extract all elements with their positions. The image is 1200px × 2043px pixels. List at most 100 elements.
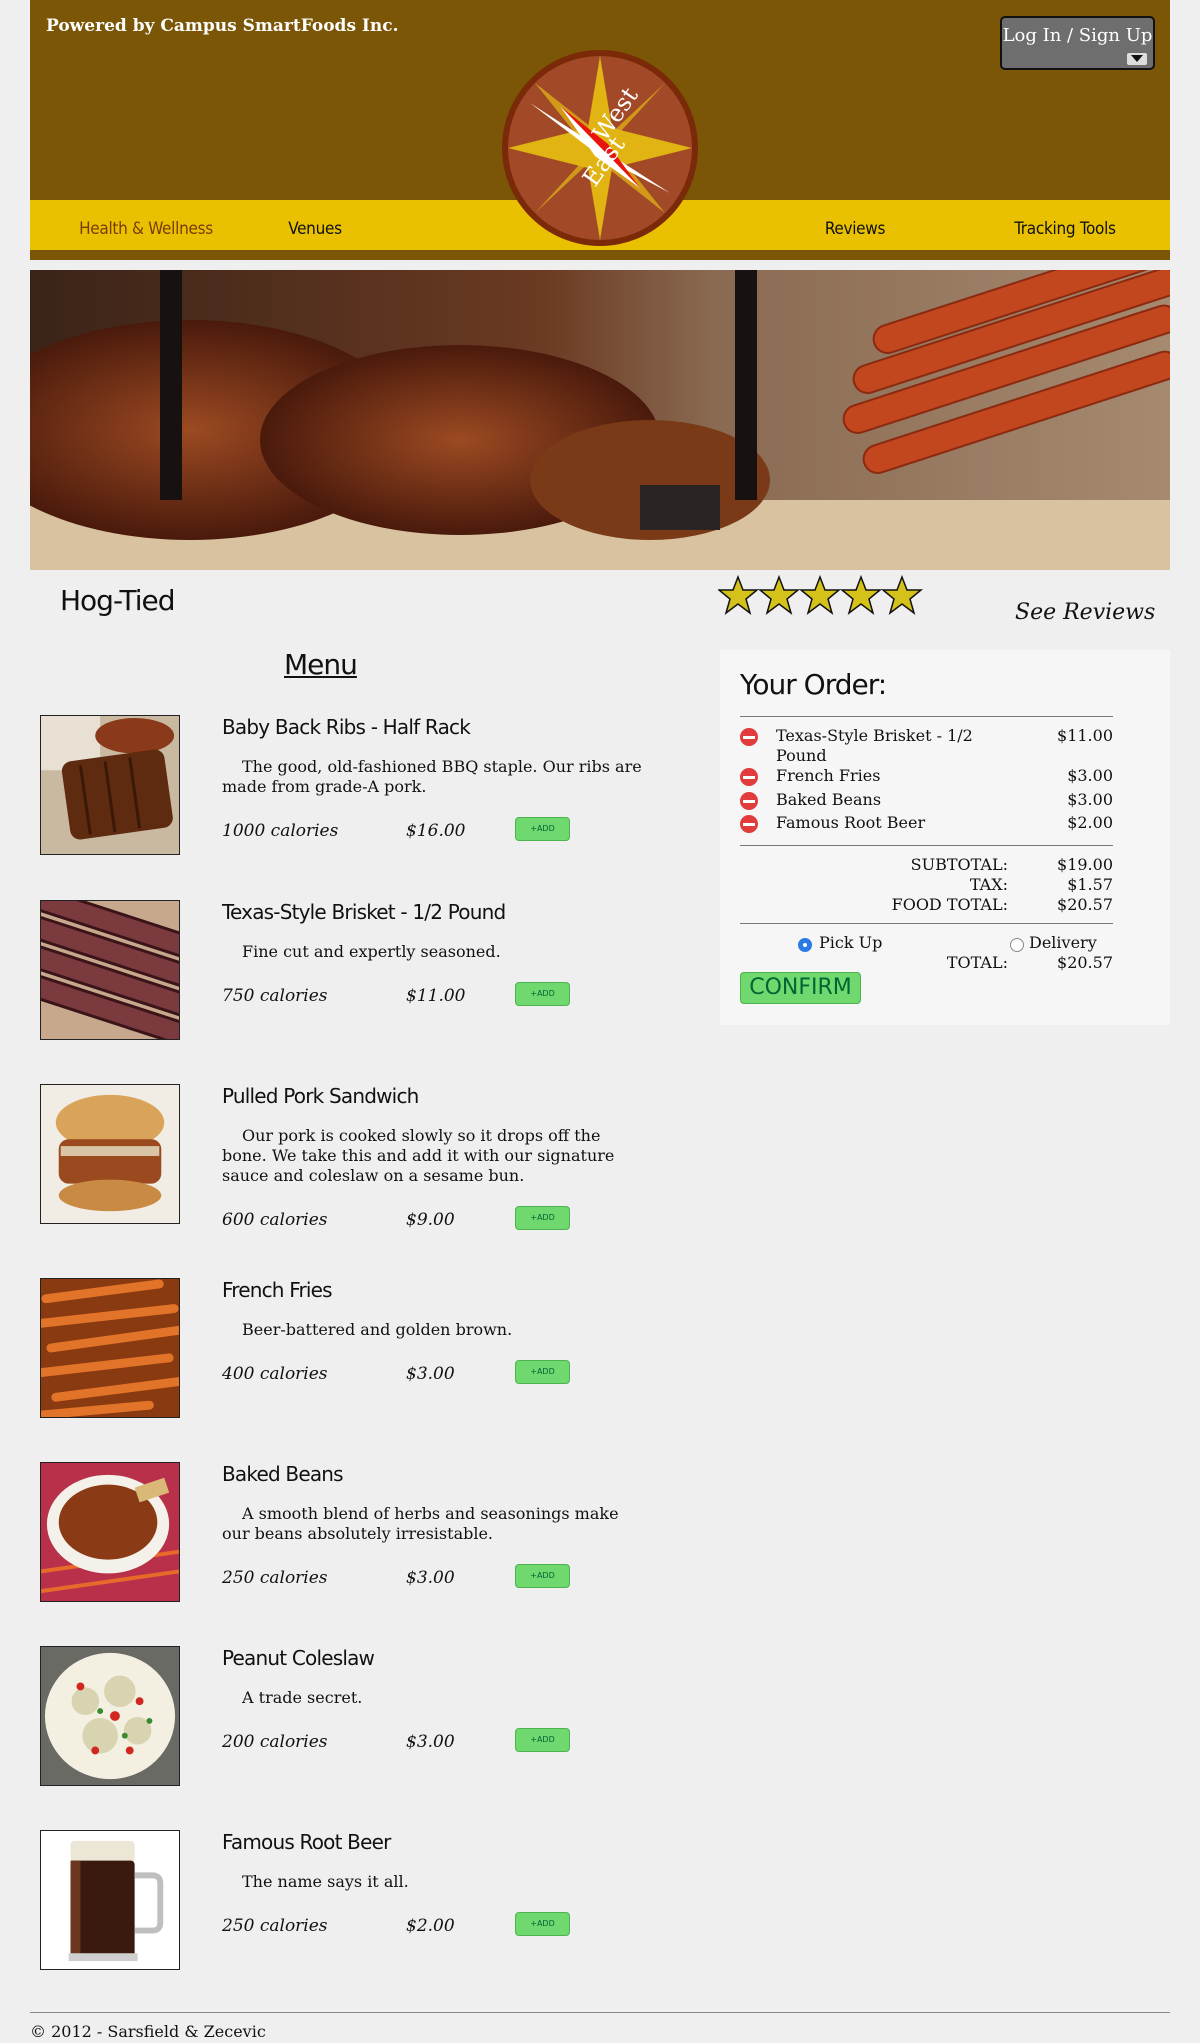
nav-health-wellness[interactable]: Health & Wellness	[66, 219, 226, 239]
menu-item: Pulled Pork Sandwich Our pork is cooked …	[40, 1084, 680, 1254]
root-beer-thumbnail	[40, 1830, 180, 1970]
add-to-order-button[interactable]: +ADD	[515, 1912, 570, 1936]
menu-item: French Fries Beer-battered and golden br…	[40, 1278, 680, 1428]
order-item-price: $11.00	[1057, 726, 1113, 745]
login-signup-button[interactable]: Log In / Sign Up	[1000, 16, 1155, 70]
divider	[740, 845, 1113, 846]
menu-item: Peanut Coleslaw A trade secret. 200 calo…	[40, 1646, 680, 1796]
remove-icon[interactable]	[740, 792, 758, 810]
nav-venues[interactable]: Venues	[270, 219, 360, 239]
ribs-thumbnail	[40, 715, 180, 855]
see-reviews-link[interactable]: See Reviews	[1015, 600, 1155, 625]
menu-item-price: $2.00	[406, 1916, 455, 1936]
total-value: $20.57	[1057, 953, 1113, 972]
beans-thumbnail	[40, 1462, 180, 1602]
menu-item: Baby Back Ribs - Half Rack The good, old…	[40, 715, 680, 865]
order-item-name: Famous Root Beer	[776, 813, 926, 832]
delivery-radio[interactable]	[1010, 938, 1024, 952]
star-icon	[798, 574, 842, 615]
menu-item-calories: 600 calories	[222, 1210, 328, 1230]
menu-item-description: Beer-battered and golden brown.	[242, 1320, 513, 1339]
login-signup-label: Log In / Sign Up	[1002, 25, 1153, 46]
pickup-radio[interactable]	[798, 938, 812, 952]
divider	[740, 923, 1113, 924]
brisket-thumbnail	[40, 900, 180, 1040]
coleslaw-thumbnail	[40, 1646, 180, 1786]
hero-bbq-image	[30, 270, 1170, 570]
add-to-order-button[interactable]: +ADD	[515, 1206, 570, 1230]
remove-icon[interactable]	[740, 815, 758, 833]
chevron-down-icon	[1131, 55, 1143, 62]
menu-item-price: $9.00	[406, 1210, 455, 1230]
subtotal-label: SUBTOTAL:	[910, 855, 1008, 874]
menu-item-calories: 250 calories	[222, 1916, 328, 1936]
order-item-price: $3.00	[1067, 766, 1113, 785]
menu-item-price: $16.00	[406, 821, 466, 841]
menu-item-calories: 750 calories	[222, 986, 328, 1006]
menu-title: Menu	[284, 648, 358, 681]
sandwich-thumbnail	[40, 1084, 180, 1224]
add-to-order-button[interactable]: +ADD	[515, 1564, 570, 1588]
menu-item-description: A trade secret.	[242, 1688, 363, 1707]
menu-item-calories: 400 calories	[222, 1364, 328, 1384]
nav-tracking-tools[interactable]: Tracking Tools	[1000, 219, 1130, 239]
menu-item: Famous Root Beer The name says it all. 2…	[40, 1830, 680, 1980]
order-item-price: $2.00	[1067, 813, 1113, 832]
rating-stars	[718, 574, 924, 615]
fries-thumbnail	[40, 1278, 180, 1418]
menu-item-name: Peanut Coleslaw	[222, 1646, 375, 1670]
tax-label: TAX:	[969, 875, 1008, 894]
subtotal-value: $19.00	[1057, 855, 1113, 874]
powered-by-text: Powered by Campus SmartFoods Inc.	[46, 16, 399, 36]
menu-item: Baked Beans A smooth blend of herbs and …	[40, 1462, 680, 1612]
menu-item-name: Texas-Style Brisket - 1/2 Pound	[222, 900, 506, 924]
menu-item-price: $3.00	[406, 1364, 455, 1384]
compass-logo[interactable]: East West	[500, 48, 700, 248]
confirm-button[interactable]: CONFIRM	[740, 972, 861, 1004]
star-icon	[839, 574, 883, 615]
order-line-item: Baked Beans $3.00	[740, 790, 1113, 812]
footer-divider	[30, 2012, 1170, 2013]
menu-item-price: $11.00	[406, 986, 466, 1006]
pickup-label[interactable]: Pick Up	[819, 933, 882, 952]
food-total-label: FOOD TOTAL:	[891, 895, 1008, 914]
food-total-value: $20.57	[1057, 895, 1113, 914]
menu-item-name: French Fries	[222, 1278, 333, 1302]
menu-item-description: A smooth blend of herbs and seasonings m…	[222, 1504, 619, 1543]
add-to-order-button[interactable]: +ADD	[515, 817, 570, 841]
menu-item-name: Pulled Pork Sandwich	[222, 1084, 419, 1108]
remove-icon[interactable]	[740, 728, 758, 746]
menu-item-calories: 1000 calories	[222, 821, 339, 841]
add-to-order-button[interactable]: +ADD	[515, 1728, 570, 1752]
menu-item-price: $3.00	[406, 1732, 455, 1752]
order-panel: Your Order: Texas-Style Brisket - 1/2 Po…	[720, 650, 1170, 1025]
star-icon	[757, 574, 801, 615]
order-title: Your Order:	[740, 668, 887, 701]
menu-item-description: Our pork is cooked slowly so it drops of…	[222, 1126, 615, 1185]
delivery-label[interactable]: Delivery	[1029, 933, 1097, 952]
menu-item-name: Baked Beans	[222, 1462, 344, 1486]
order-item-name: Texas-Style Brisket - 1/2 Pound	[776, 726, 973, 765]
footer-copyright: © 2012 - Sarsfield & Zecevic	[30, 2022, 266, 2041]
order-line-item: French Fries $3.00	[740, 766, 1113, 788]
restaurant-name: Hog-Tied	[60, 584, 176, 617]
remove-icon[interactable]	[740, 768, 758, 786]
menu-item-price: $3.00	[406, 1568, 455, 1588]
menu-item: Texas-Style Brisket - 1/2 Pound Fine cut…	[40, 900, 680, 1050]
order-item-name: French Fries	[776, 766, 881, 785]
menu-item-calories: 200 calories	[222, 1732, 328, 1752]
add-to-order-button[interactable]: +ADD	[515, 1360, 570, 1384]
menu-item-description: The name says it all.	[242, 1872, 409, 1891]
menu-item-name: Baby Back Ribs - Half Rack	[222, 715, 471, 739]
add-to-order-button[interactable]: +ADD	[515, 982, 570, 1006]
star-icon	[880, 574, 924, 615]
menu-item-description: Fine cut and expertly seasoned.	[242, 942, 501, 961]
order-item-name: Baked Beans	[776, 790, 882, 809]
order-item-price: $3.00	[1067, 790, 1113, 809]
menu-item-description: The good, old-fashioned BBQ staple. Our …	[222, 757, 642, 796]
order-line-item: Famous Root Beer $2.00	[740, 813, 1113, 835]
menu-item-name: Famous Root Beer	[222, 1830, 391, 1854]
nav-reviews[interactable]: Reviews	[810, 219, 900, 239]
page: Powered by Campus SmartFoods Inc. Log In…	[30, 0, 1170, 2043]
star-icon	[718, 574, 760, 615]
